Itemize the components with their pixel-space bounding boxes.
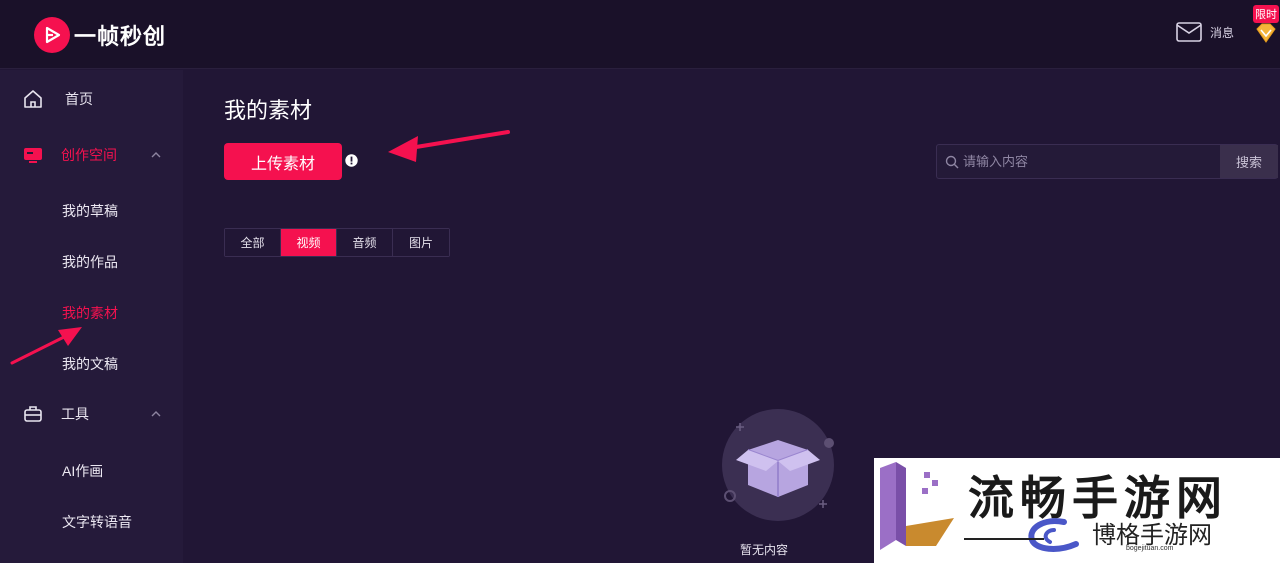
filter-tabs: 全部 视频 音频 图片 bbox=[224, 228, 450, 257]
app-name: 一帧秒创 bbox=[74, 24, 167, 49]
tab-all[interactable]: 全部 bbox=[225, 229, 281, 256]
search-box: 搜索 bbox=[936, 144, 1278, 179]
sidebar-item-tools[interactable]: 工具 bbox=[0, 394, 183, 434]
sidebar-sub-drafts[interactable]: 我的草稿 bbox=[62, 201, 118, 221]
chevron-up-icon bbox=[151, 411, 161, 417]
sidebar-sub-scripts[interactable]: 我的文稿 bbox=[62, 354, 118, 374]
top-bar: 一帧秒创 消息 限时 bbox=[0, 0, 1280, 69]
sidebar-sub-tts[interactable]: 文字转语音 bbox=[62, 512, 132, 532]
messages-label: 消息 bbox=[1210, 25, 1235, 40]
sidebar-item-label: 创作空间 bbox=[61, 147, 117, 163]
search-button[interactable]: 搜索 bbox=[1220, 145, 1278, 178]
sidebar: 首页 创作空间 我的草稿 我的作品 我的素材 我的文稿 工具 AI作画 文字转语… bbox=[0, 70, 183, 563]
upload-material-button[interactable]: 上传素材 bbox=[224, 143, 342, 180]
sidebar-sub-materials[interactable]: 我的素材 bbox=[62, 303, 118, 323]
app-logo[interactable]: 一帧秒创 bbox=[34, 17, 166, 53]
messages-button[interactable]: 消息 bbox=[1176, 22, 1234, 42]
search-input[interactable] bbox=[961, 145, 1219, 178]
sidebar-item-label: 首页 bbox=[65, 91, 93, 107]
home-icon bbox=[22, 88, 44, 110]
empty-box-icon bbox=[722, 409, 834, 521]
vip-badge: 限时 bbox=[1253, 5, 1279, 23]
sidebar-sub-ai-drawing[interactable]: AI作画 bbox=[62, 461, 103, 481]
toolbox-icon bbox=[22, 403, 44, 425]
sidebar-sub-works[interactable]: 我的作品 bbox=[62, 252, 118, 272]
logo-play-icon bbox=[34, 17, 70, 53]
sidebar-item-label: 工具 bbox=[61, 406, 89, 422]
watermark-rule bbox=[964, 538, 1044, 540]
page-title: 我的素材 bbox=[224, 98, 313, 123]
empty-state-text: 暂无内容 bbox=[740, 543, 789, 557]
monitor-icon bbox=[22, 144, 44, 166]
tab-audio[interactable]: 音频 bbox=[337, 229, 393, 256]
mail-icon bbox=[1176, 22, 1202, 42]
vip-button[interactable]: 限时 bbox=[1253, 5, 1280, 45]
tab-video[interactable]: 视频 bbox=[281, 229, 337, 256]
search-icon bbox=[945, 155, 959, 169]
watermark-logo bbox=[880, 462, 954, 550]
chevron-up-icon bbox=[151, 152, 161, 158]
info-icon[interactable] bbox=[345, 154, 358, 167]
watermark: 流畅手游网 博格手游网 bogejituan.com bbox=[874, 458, 1280, 563]
watermark-url: bogejituan.com bbox=[1126, 545, 1174, 552]
tab-image[interactable]: 图片 bbox=[393, 229, 449, 256]
watermark-swirl-icon bbox=[1028, 518, 1079, 552]
sidebar-item-create-space[interactable]: 创作空间 bbox=[0, 135, 183, 175]
diamond-icon bbox=[1256, 23, 1276, 43]
sidebar-item-home[interactable]: 首页 bbox=[0, 79, 183, 119]
